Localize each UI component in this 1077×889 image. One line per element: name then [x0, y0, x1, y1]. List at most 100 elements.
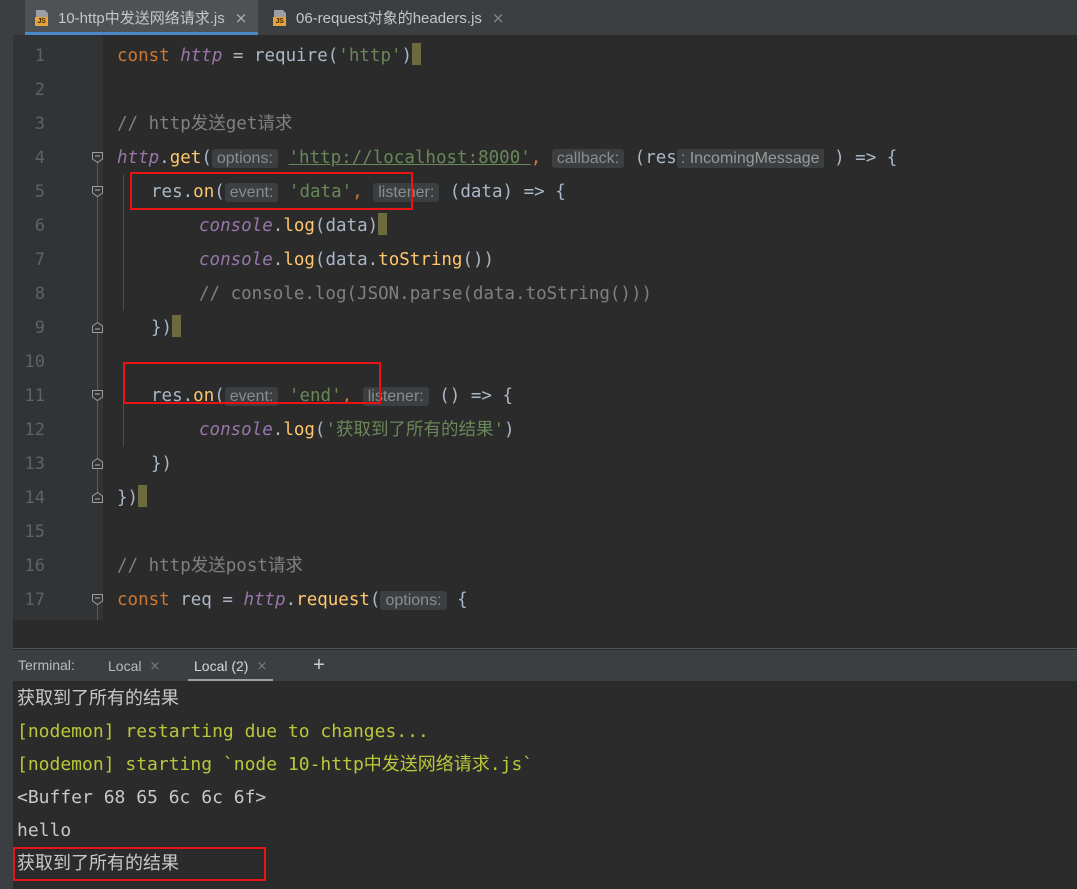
line-number: 16	[24, 556, 45, 576]
code-token: .	[272, 216, 284, 236]
code-token: .	[367, 250, 379, 270]
code-token: toString	[378, 250, 463, 270]
code-token: )	[823, 148, 845, 168]
code-line: res.on(event: 'data', listener: (data) =…	[151, 175, 566, 209]
js-badge-label: JS	[35, 16, 48, 26]
code-token: '获取到了所有的结果'	[325, 420, 505, 440]
code-line: // http发送get请求	[117, 107, 292, 141]
code-token: res	[151, 386, 183, 406]
code-token: listener:	[362, 387, 429, 406]
terminal-tab-local[interactable]: Local ×	[108, 650, 160, 682]
code-token: .	[159, 148, 170, 168]
line-number: 5	[34, 182, 45, 202]
close-icon[interactable]: ×	[256, 659, 267, 674]
line-number: 7	[34, 250, 45, 270]
code-line: const http = require('http')	[117, 39, 422, 73]
text-caret	[172, 315, 182, 337]
code-token: })	[151, 454, 173, 474]
js-file-icon: JS	[35, 9, 51, 26]
line-number: 4	[34, 148, 45, 168]
line-number: 6	[34, 216, 45, 236]
code-token: .	[182, 182, 194, 202]
code-line: })	[117, 481, 148, 515]
code-token: log	[283, 216, 315, 236]
terminal-tab-local-2[interactable]: Local (2) ×	[188, 650, 274, 682]
code-token: ,	[352, 182, 363, 202]
indent-guide	[123, 277, 124, 311]
code-token: on	[193, 386, 215, 406]
code-token: res	[151, 182, 183, 202]
code-token: =	[222, 46, 254, 66]
editor-tab-0[interactable]: JS 10-http中发送网络请求.js ×	[25, 0, 258, 35]
code-token: // http发送get请求	[117, 114, 293, 134]
code-line: })	[151, 311, 182, 345]
line-number: 8	[34, 284, 45, 304]
code-token: )	[504, 420, 515, 440]
code-token: ,	[341, 386, 353, 406]
code-line: // http发送post请求	[117, 549, 303, 583]
code-token: : IncomingMessage	[676, 149, 824, 168]
code-token: (	[624, 148, 646, 168]
code-token: options:	[211, 149, 278, 168]
code-token: event:	[224, 183, 279, 202]
terminal-output[interactable]: 获取到了所有的结果 [nodemon] restarting due to cha…	[13, 682, 1077, 889]
text-caret	[378, 213, 388, 235]
code-token: http	[180, 46, 223, 66]
js-file-icon: JS	[273, 9, 289, 26]
code-content[interactable]: const http = require('http')// http发送get…	[103, 35, 1077, 620]
line-number: 3	[34, 114, 45, 134]
code-token: .	[272, 420, 284, 440]
code-line: })	[151, 447, 172, 481]
code-token: on	[193, 182, 215, 202]
close-icon[interactable]: ×	[235, 9, 248, 27]
close-icon[interactable]: ×	[492, 9, 505, 27]
code-line: console.log(data.toString())	[199, 243, 494, 277]
code-token: // http发送post请求	[117, 556, 303, 576]
code-token: console	[199, 420, 273, 440]
code-token: =>	[844, 148, 887, 168]
close-icon[interactable]: ×	[149, 659, 160, 674]
code-token: 'http://localhost:8000'	[288, 148, 531, 168]
editor-tab-0-label: 10-http中发送网络请求.js	[58, 10, 225, 27]
code-token: {	[886, 148, 898, 168]
text-caret	[412, 43, 422, 65]
code-token: http	[117, 148, 160, 168]
code-token: callback:	[551, 149, 625, 168]
code-token: data	[325, 250, 368, 270]
code-token: get	[169, 148, 202, 168]
text-caret	[138, 485, 148, 507]
terminal-output-line: <Buffer 68 65 6c 6c 6f>	[17, 787, 267, 808]
code-token: {	[555, 182, 566, 202]
line-number-gutter: 1 2 3 4 5 6 7 8 9 10 11 12 13 14 15 16 17	[13, 35, 103, 620]
code-editor[interactable]: 1 2 3 4 5 6 7 8 9 10 11 12 13 14 15 16 17 const http = r…	[13, 35, 1077, 620]
indent-guide	[123, 379, 124, 413]
code-token: =	[222, 590, 244, 610]
code-token: req	[180, 590, 223, 610]
js-badge-label: JS	[273, 16, 286, 26]
code-token: ())	[462, 250, 495, 270]
code-token: (	[327, 46, 339, 66]
code-line: res.on(event: 'end', listener: () => {	[151, 379, 513, 413]
code-token: 'http'	[338, 46, 402, 66]
code-token: })	[151, 318, 173, 338]
line-number: 14	[24, 488, 45, 508]
code-token: 'end'	[288, 386, 342, 406]
terminal-tab-local-label: Local	[108, 658, 142, 674]
code-token: console	[199, 250, 273, 270]
add-terminal-button[interactable]: +	[310, 655, 328, 675]
code-line: http.get ( options: 'http://localhost:8000…	[117, 141, 897, 175]
editor-tab-1[interactable]: JS 06-request对象的headers.js ×	[263, 0, 519, 35]
code-token: const	[117, 46, 181, 66]
indent-guide	[123, 413, 124, 447]
code-token: (	[369, 590, 381, 610]
ide-window: Project Terminal JS 10-http中发送网络请求.js × …	[0, 0, 1077, 889]
code-token: res	[645, 148, 677, 168]
line-number: 1	[34, 46, 45, 66]
code-token: (	[314, 250, 326, 270]
code-line: // console.log(JSON.parse(data.toString(…	[199, 277, 652, 311]
code-token: const	[117, 590, 181, 610]
code-token: require	[253, 46, 328, 66]
code-token: .	[182, 386, 194, 406]
